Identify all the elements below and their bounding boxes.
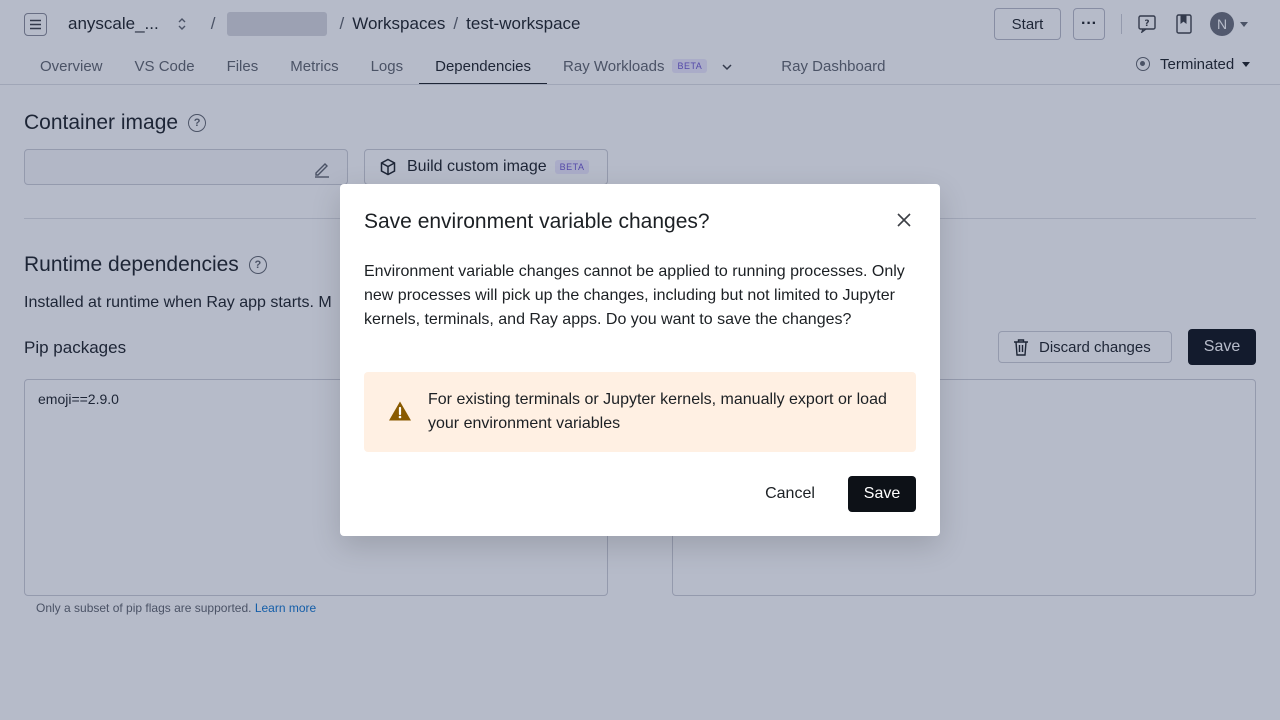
close-icon[interactable] xyxy=(894,210,914,230)
save-env-vars-dialog: Save environment variable changes? Envir… xyxy=(340,184,940,536)
dialog-title: Save environment variable changes? xyxy=(364,210,710,233)
cancel-button[interactable]: Cancel xyxy=(752,476,828,512)
warning-text: For existing terminals or Jupyter kernel… xyxy=(428,391,887,432)
dialog-save-button[interactable]: Save xyxy=(848,476,916,512)
warning-icon xyxy=(388,400,412,422)
dialog-body: Environment variable changes cannot be a… xyxy=(364,263,905,328)
warning-callout: For existing terminals or Jupyter kernel… xyxy=(364,372,916,452)
